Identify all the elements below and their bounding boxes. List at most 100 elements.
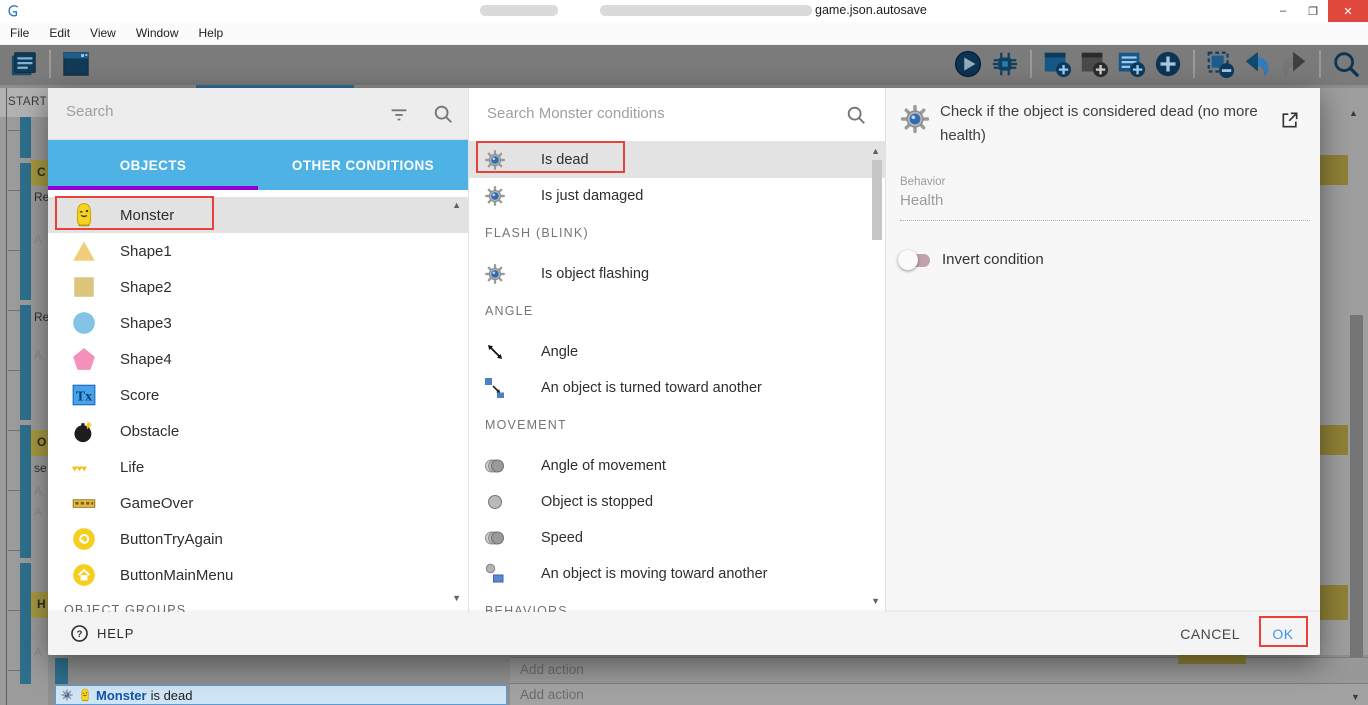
redo-icon[interactable] — [1278, 48, 1310, 80]
event-text-fragment: A — [34, 645, 42, 659]
field-underline — [900, 220, 1310, 221]
play-icon[interactable] — [952, 48, 984, 80]
redacted-title-text — [600, 5, 812, 16]
add-action-label[interactable]: Add action — [520, 662, 1368, 677]
search-icon[interactable] — [1330, 48, 1362, 80]
event-tick — [8, 250, 20, 251]
scroll-up-icon[interactable]: ▲ — [452, 200, 461, 210]
tab-objects[interactable]: OBJECTS — [48, 140, 258, 190]
object-list-item[interactable]: Shape2 — [48, 269, 468, 305]
highlighted-event-fragment — [1320, 155, 1348, 185]
tryagain-icon — [68, 525, 100, 553]
close-button[interactable]: ✕ — [1328, 0, 1368, 22]
condition-list-item[interactable]: Is object flashing — [469, 256, 885, 292]
menu-item[interactable]: View — [80, 26, 126, 40]
health-gear-icon — [60, 688, 74, 702]
project-manager-icon[interactable] — [8, 48, 40, 80]
add-action-row[interactable]: Add action — [510, 683, 1368, 705]
condition-list-item[interactable]: Angle — [469, 334, 885, 370]
object-list-item[interactable]: ButtonMainMenu — [48, 557, 468, 593]
object-list-item[interactable]: Tx Score — [48, 377, 468, 413]
object-chooser-panel: OBJECTS OTHER CONDITIONS Monster Shape1 … — [48, 88, 468, 612]
debug-icon[interactable] — [989, 48, 1021, 80]
scrollbar-thumb[interactable] — [872, 160, 882, 240]
toolbar-icon — [1193, 50, 1195, 78]
condition-list-item[interactable]: Is just damaged — [469, 178, 885, 214]
svg-text:Tx: Tx — [76, 388, 92, 404]
condition-list-item: BEHAVIORS — [469, 592, 885, 612]
condition-list-item: FLASH (BLINK) — [469, 214, 885, 256]
object-tabs: OBJECTS OTHER CONDITIONS — [48, 140, 468, 190]
condition-list-item[interactable]: Angle of movement — [469, 448, 885, 484]
title-bar: game.json.autosave – ❐ ✕ — [0, 0, 1368, 23]
menu-item[interactable]: Window — [126, 26, 189, 40]
toolbar-right-group — [952, 48, 1362, 80]
invert-condition-toggle[interactable] — [898, 250, 932, 270]
event-block-bar — [20, 563, 31, 684]
condition-list-item[interactable]: Object is stopped — [469, 484, 885, 520]
events-scrollbar[interactable] — [1350, 315, 1363, 705]
toolbar-icon — [1319, 50, 1321, 78]
condition-search-input[interactable] — [485, 104, 829, 123]
event-tick — [8, 610, 20, 611]
scroll-down-icon[interactable]: ▼ — [871, 596, 880, 606]
condition-list-item[interactable]: An object is moving toward another — [469, 556, 885, 592]
annotation-isdead-highlight — [476, 141, 625, 173]
object-list-item[interactable]: ButtonTryAgain — [48, 521, 468, 557]
object-search-input[interactable] — [64, 102, 368, 121]
scroll-up-icon[interactable]: ▲ — [871, 146, 880, 156]
app-window: game.json.autosave – ❐ ✕ FileEditViewWin… — [0, 0, 1368, 705]
help-icon: ? — [70, 624, 89, 643]
filter-icon[interactable] — [388, 103, 410, 125]
object-list-item[interactable]: ♥♥♥ Life — [48, 449, 468, 485]
object-list-item[interactable]: Shape4 — [48, 341, 468, 377]
stopped-icon — [479, 489, 511, 515]
minimize-button[interactable]: – — [1268, 0, 1298, 22]
event-text-fragment: C — [31, 160, 48, 186]
condition-list-item[interactable]: An object is turned toward another — [469, 370, 885, 406]
menu-item[interactable]: File — [0, 26, 39, 40]
event-text-fragment: H — [31, 592, 48, 618]
object-search-bar — [48, 88, 468, 140]
event-text-fragment: A — [34, 484, 42, 498]
add-object-icon[interactable] — [1041, 48, 1073, 80]
annotation-monster-highlight — [55, 196, 214, 230]
object-list-item[interactable]: Shape1 — [48, 233, 468, 269]
event-tick — [8, 430, 20, 431]
deselect-icon[interactable] — [1204, 48, 1236, 80]
scroll-down-icon[interactable]: ▼ — [452, 593, 461, 603]
object-list-item[interactable]: Obstacle — [48, 413, 468, 449]
scroll-up-icon[interactable]: ▲ — [1349, 108, 1358, 118]
add-events-icon[interactable] — [1115, 48, 1147, 80]
scene-editor-icon[interactable] — [60, 48, 92, 80]
open-in-new-icon[interactable] — [1280, 110, 1300, 130]
event-text-fragment: A — [34, 348, 42, 362]
condition-list-item: ANGLE — [469, 292, 885, 334]
help-button[interactable]: HELP — [97, 626, 134, 641]
object-list-item[interactable]: Shape3 — [48, 305, 468, 341]
tab-other-conditions[interactable]: OTHER CONDITIONS — [258, 140, 468, 190]
event-object-name: Monster — [96, 688, 147, 703]
pentagon-icon — [68, 345, 100, 373]
condition-list-item[interactable]: Speed — [469, 520, 885, 556]
menu-item[interactable]: Edit — [39, 26, 80, 40]
restore-button[interactable]: ❐ — [1298, 0, 1328, 22]
event-block-bar — [20, 163, 31, 300]
toolbar-left-group — [8, 48, 92, 80]
condition-search-bar — [469, 88, 885, 142]
object-list-item[interactable]: GameOver — [48, 485, 468, 521]
event-text-fragment: A — [34, 232, 42, 246]
highlighted-event-fragment — [1320, 585, 1348, 620]
add-external-icon[interactable] — [1078, 48, 1110, 80]
toolbar-icon — [49, 50, 51, 78]
health-gear-icon — [898, 102, 932, 136]
behavior-field-value[interactable]: Health — [900, 192, 943, 209]
menu-item[interactable]: Help — [189, 26, 234, 40]
scene-tab-start[interactable]: START — [0, 88, 48, 117]
add-plus-icon[interactable] — [1152, 48, 1184, 80]
add-action-label[interactable]: Add action — [520, 687, 1368, 702]
undo-icon[interactable] — [1241, 48, 1273, 80]
scroll-down-icon[interactable]: ▼ — [1351, 692, 1360, 702]
selected-condition-row[interactable]: Monster is dead — [55, 685, 507, 705]
cancel-button[interactable]: CANCEL — [1180, 626, 1240, 642]
